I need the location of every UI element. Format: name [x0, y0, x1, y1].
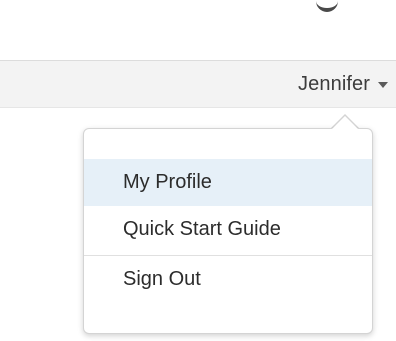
user-dropdown-menu: My Profile Quick Start Guide Sign Out [83, 128, 373, 334]
chevron-down-icon [378, 82, 388, 88]
dropdown-pointer-fill [331, 116, 359, 130]
menu-item-label: Quick Start Guide [123, 218, 281, 240]
menu-item-quick-start-guide[interactable]: Quick Start Guide [84, 206, 372, 253]
partial-icon [316, 0, 338, 12]
menu-item-label: Sign Out [123, 268, 201, 290]
user-menu-toggle[interactable]: Jennifer [298, 61, 388, 107]
menu-item-sign-out[interactable]: Sign Out [84, 256, 372, 303]
menu-list: My Profile Quick Start Guide Sign Out [84, 159, 372, 303]
user-name: Jennifer [298, 72, 370, 95]
header-bar: Jennifer [0, 60, 396, 108]
menu-item-label: My Profile [123, 171, 212, 193]
menu-item-my-profile[interactable]: My Profile [84, 159, 372, 206]
page: Jennifer My Profile Quick Start Guide Si… [0, 0, 396, 341]
